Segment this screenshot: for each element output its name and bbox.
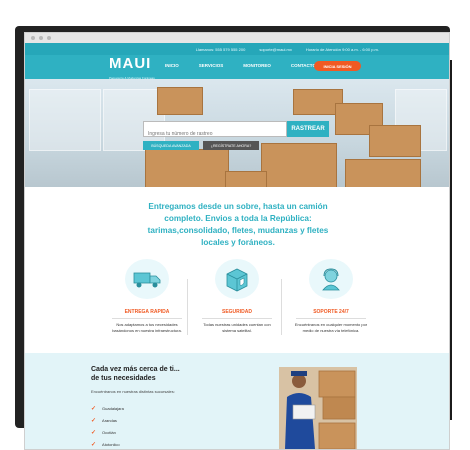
secure-box-icon (215, 259, 259, 299)
divider (187, 279, 188, 335)
intro-text: Entregamos desde un sobre, hasta un cami… (147, 202, 329, 247)
list-item: ✓ Guadalajara (91, 405, 124, 412)
coverage-title-line: Cada vez más cerca de ti... (91, 366, 180, 373)
divider (281, 279, 282, 335)
cardboard-box-image (225, 171, 267, 187)
feature-fast-delivery: ENTREGA RAPIDA Nos adaptamos a tus neces… (107, 259, 187, 333)
list-item: ✓ Atotonilco (91, 441, 120, 448)
feature-description: Nos adaptamos a tus necesidades basándon… (112, 322, 182, 333)
brand-name: MAUI (109, 55, 152, 72)
contact-phone[interactable]: Llamanos: 555 579 555 200 (196, 47, 246, 52)
delivery-worker-photo (279, 367, 357, 449)
business-hours: Horario de Atención 9:00 a.m. - 6:00 p.m… (305, 46, 379, 52)
coverage-section: Cada vez más cerca de ti... de tus neces… (25, 353, 449, 449)
feature-title: SEGURIDAD (221, 309, 252, 315)
nav-item-inicio[interactable]: INICIO (165, 63, 179, 68)
support-agent-icon (309, 259, 353, 299)
city-name: Atotonilco (102, 442, 120, 447)
checkmark-icon: ✓ (91, 442, 97, 448)
delivery-truck-icon (125, 259, 169, 299)
hero-banner: RASTREAR BÚSQUEDA AVANZADA ¿REGÍSTRATE A… (25, 79, 449, 187)
feature-security: SEGURIDAD Todas nuestras unidades cuenta… (197, 259, 277, 333)
cardboard-box-image (145, 149, 229, 187)
feature-support: SOPORTE 24/7 Encuéntranos en cualquier m… (291, 259, 371, 333)
divider (112, 318, 182, 319)
list-item: ✓ Arandas (91, 417, 117, 424)
nav-item-monitoreo[interactable]: MONITOREO (243, 63, 271, 68)
coverage-subtitle: Encuéntranos en nuestras distintas sucur… (91, 389, 175, 394)
nav-menu: INICIO SERVICIOS MONITOREO CONTACTO (165, 63, 316, 68)
contact-bar: Llamanos: 555 579 555 200 soporte@maui.m… (25, 43, 449, 55)
login-button[interactable]: INICIA SESIÓN (314, 61, 361, 71)
browser-window: Llamanos: 555 579 555 200 soporte@maui.m… (24, 32, 450, 450)
window-dot-icon[interactable] (47, 36, 51, 40)
nav-item-contacto[interactable]: CONTACTO (291, 63, 316, 68)
cardboard-box-image (157, 87, 203, 115)
divider (296, 318, 366, 319)
city-name: Ocotlán (102, 430, 116, 435)
window-dot-icon[interactable] (31, 36, 35, 40)
main-nav: MAUI Paquetería & Mudanzas Foráneas INIC… (25, 55, 449, 80)
feature-title: ENTREGA RAPIDA (124, 309, 170, 315)
feature-title: SOPORTE 24/7 (313, 309, 349, 315)
track-button[interactable]: RASTREAR (287, 121, 329, 137)
coverage-title-line: de tus necesidades (91, 375, 156, 382)
city-name: Arandas (102, 418, 117, 423)
checkmark-icon: ✓ (91, 406, 97, 412)
list-item: ✓ Ocotlán (91, 429, 116, 436)
cardboard-box-image (261, 143, 337, 187)
window-dot-icon[interactable] (39, 36, 43, 40)
hero-window-decor (29, 89, 101, 151)
checkmark-icon: ✓ (91, 418, 97, 424)
checkmark-icon: ✓ (91, 430, 97, 436)
divider (202, 318, 272, 319)
contact-email[interactable]: soporte@maui.mx (259, 47, 292, 52)
feature-description: Encuéntranos en cualquier momento por me… (294, 322, 368, 333)
coverage-title: Cada vez más cerca de ti... de tus neces… (91, 365, 180, 383)
nav-item-servicios[interactable]: SERVICIOS (199, 63, 223, 68)
city-name: Guadalajara (102, 406, 124, 411)
register-button[interactable]: ¿REGÍSTRATE AHORA? (203, 141, 259, 150)
cardboard-box-image (345, 159, 421, 187)
advanced-search-button[interactable]: BÚSQUEDA AVANZADA (143, 141, 199, 150)
tracking-search-input[interactable] (144, 127, 286, 141)
feature-description: Todas nuestras unidades cuentan con sist… (203, 322, 271, 333)
tracking-search-box[interactable] (143, 121, 287, 141)
cardboard-box-image (369, 125, 421, 157)
browser-chrome (25, 33, 449, 43)
